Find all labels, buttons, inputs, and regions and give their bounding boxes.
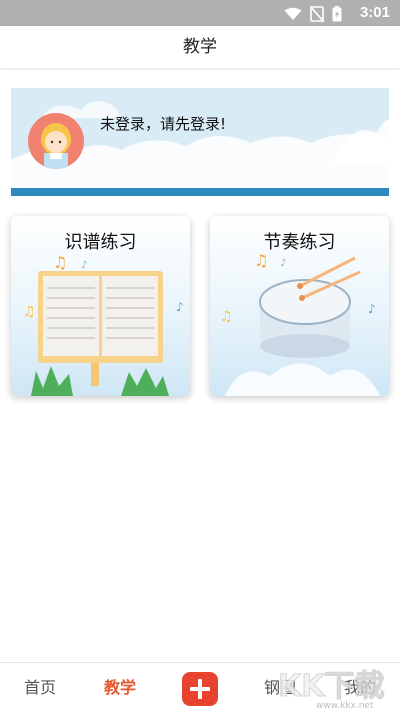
avatar[interactable] <box>28 113 84 169</box>
header: 教学 <box>0 26 400 68</box>
status-time: 3:01 <box>359 4 390 21</box>
svg-text:♪: ♪ <box>368 302 376 316</box>
svg-text:♪: ♪ <box>176 300 184 314</box>
tab-home[interactable]: 首页 <box>12 663 68 712</box>
bottom-tab-bar: 首页 教学 钢圈 我的 <box>0 662 400 712</box>
svg-text:♫: ♫ <box>23 304 36 320</box>
status-bar: 3:01 <box>0 0 400 26</box>
no-sim-icon <box>310 6 324 22</box>
drum-icon: ♫ ♪ ♫ ♪ <box>220 251 380 396</box>
page-title: 教学 <box>183 37 217 57</box>
tab-mine[interactable]: 我的 <box>332 663 388 712</box>
login-banner[interactable]: 未登录，请先登录! <box>11 88 389 196</box>
sheet-music-stand-icon: ♫ ♪ ♫ ♪ <box>23 253 184 396</box>
rhythm-practice-card[interactable]: 节奏练习 ♫ ♪ ♫ ♪ <box>210 216 389 396</box>
status-icons <box>284 6 342 22</box>
svg-text:♪: ♪ <box>280 258 286 269</box>
svg-text:♫: ♫ <box>53 253 67 272</box>
svg-text:♫: ♫ <box>254 251 268 270</box>
tab-teach[interactable]: 教学 <box>92 663 148 712</box>
plus-icon <box>190 679 210 699</box>
add-button[interactable] <box>182 672 218 706</box>
wifi-icon <box>284 7 302 20</box>
svg-text:♫: ♫ <box>220 309 233 325</box>
tab-piano-circle[interactable]: 钢圈 <box>252 663 308 712</box>
battery-charging-icon <box>332 6 342 22</box>
girl-avatar-icon <box>41 123 71 169</box>
svg-text:♪: ♪ <box>81 260 87 271</box>
banner-stripe <box>11 188 389 196</box>
login-prompt[interactable]: 未登录，请先登录! <box>100 113 226 134</box>
sight-reading-practice-card[interactable]: 识谱练习 ♫ ♪ ♫ ♪ <box>11 216 190 396</box>
